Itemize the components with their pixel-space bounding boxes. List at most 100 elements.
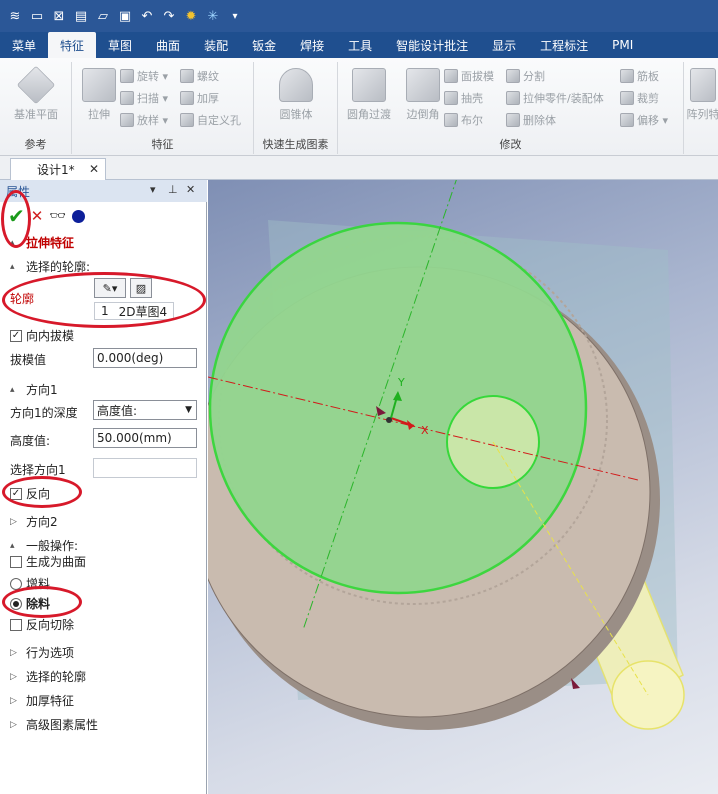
- revolve-button[interactable]: 旋转 ▾: [120, 68, 168, 84]
- tab-sheetmetal[interactable]: 钣金: [240, 32, 288, 58]
- tab-display[interactable]: 显示: [480, 32, 528, 58]
- revolve-label: 旋转: [137, 70, 159, 83]
- tab-assembly[interactable]: 装配: [192, 32, 240, 58]
- origin-dot: [386, 417, 392, 423]
- boolean-button[interactable]: 布尔: [444, 112, 483, 128]
- extrude-button[interactable]: 拉伸: [72, 68, 126, 122]
- close-icon[interactable]: ✕: [89, 162, 99, 176]
- profile-section[interactable]: ▴ 选择的轮廓:: [10, 258, 90, 275]
- tab-surface[interactable]: 曲面: [144, 32, 192, 58]
- extrude-icon: [82, 68, 116, 102]
- tab-dimension[interactable]: 工程标注: [528, 32, 600, 58]
- shell-button[interactable]: 抽壳: [444, 90, 483, 106]
- preview-icon[interactable]: 👓︎: [49, 209, 66, 224]
- redo-icon[interactable]: ↷: [158, 5, 180, 27]
- depth-select[interactable]: 高度值: ▼: [93, 400, 197, 420]
- group-modify-label: 修改: [499, 138, 522, 151]
- checkbox-icon: [10, 618, 22, 631]
- direction1-label: 方向1: [26, 383, 58, 397]
- panel-menu-icon[interactable]: ▾: [150, 183, 156, 196]
- offset-button[interactable]: 偏移 ▾: [620, 112, 668, 128]
- tab-sketch[interactable]: 草图: [96, 32, 144, 58]
- dropdown-icon[interactable]: ▾: [224, 5, 246, 27]
- behavior-section[interactable]: ▷ 行为选项: [10, 644, 74, 661]
- tab-tools[interactable]: 工具: [336, 32, 384, 58]
- selected-profile-section[interactable]: ▷ 选择的轮廓: [10, 668, 86, 685]
- document-tab-label: 设计1*: [37, 163, 75, 177]
- split-label: 分割: [523, 70, 545, 83]
- y-axis-label: Y: [397, 376, 405, 389]
- save-icon[interactable]: ▣: [114, 5, 136, 27]
- document-tab[interactable]: 设计1* ✕: [10, 158, 106, 180]
- sweep-label: 扫描: [137, 92, 159, 105]
- collapse-icon[interactable]: ▴: [10, 238, 20, 248]
- draft-value-input[interactable]: 0.000(deg): [93, 348, 197, 368]
- direction1-section[interactable]: ▴ 方向1: [10, 381, 58, 398]
- group-quick-label: 快速生成图素: [262, 138, 329, 151]
- reverse-cut-checkbox[interactable]: 反向切除: [10, 616, 74, 633]
- trim-icon: [620, 91, 634, 105]
- app-icon[interactable]: ≋: [4, 5, 26, 27]
- profile-row-value: 2D草图4: [118, 304, 168, 319]
- loft-button[interactable]: 放样 ▾: [120, 112, 168, 128]
- delete-body-icon: [506, 113, 520, 127]
- profile-list[interactable]: 1 2D草图4: [94, 302, 174, 320]
- behavior-label: 行为选项: [26, 646, 75, 660]
- add-material-radio[interactable]: 增料: [10, 575, 50, 592]
- reverse-checkbox[interactable]: ✓ 反向: [10, 485, 50, 502]
- panel-close-icon[interactable]: ✕: [186, 183, 195, 196]
- select-direction-input[interactable]: [93, 458, 197, 478]
- gen-surface-label: 生成为曲面: [26, 555, 87, 569]
- print-icon[interactable]: ▤: [70, 5, 92, 27]
- help-icon[interactable]: [71, 209, 85, 223]
- inward-draft-label: 向内拔模: [26, 329, 75, 343]
- thread-button[interactable]: 螺纹: [180, 68, 219, 84]
- sketch-image-button[interactable]: ▨: [130, 278, 152, 298]
- pattern-icon: [690, 68, 716, 102]
- tab-feature[interactable]: 特征: [48, 32, 97, 58]
- tab-weld[interactable]: 焊接: [288, 32, 336, 58]
- new-file-icon[interactable]: ▭: [26, 5, 48, 27]
- open-icon[interactable]: ▱: [92, 5, 114, 27]
- menu-main[interactable]: 菜单: [0, 32, 48, 58]
- gen-surface-checkbox[interactable]: 生成为曲面: [10, 553, 86, 570]
- sketch-picker-button[interactable]: ✎▾: [94, 278, 126, 298]
- pattern-label: 阵列特: [686, 108, 718, 121]
- sweep-button[interactable]: 扫描 ▾: [120, 90, 168, 106]
- settings-icon[interactable]: ✹: [180, 5, 202, 27]
- confirm-icon[interactable]: ✔: [8, 204, 25, 228]
- custom-hole-button[interactable]: 自定义孔: [180, 112, 241, 128]
- collapse-icon: ▴: [10, 384, 15, 395]
- thicken-button[interactable]: 加厚: [180, 90, 219, 106]
- undo-icon[interactable]: ↶: [136, 5, 158, 27]
- magic-icon[interactable]: ✳: [202, 5, 224, 27]
- cone-button[interactable]: 圆锥体: [269, 68, 323, 122]
- sheet-button[interactable]: 筋板: [620, 68, 659, 84]
- split-button[interactable]: 分割: [506, 68, 545, 84]
- extrude-part-button[interactable]: 拉伸零件/装配体: [506, 90, 604, 106]
- shell-label: 抽壳: [461, 92, 483, 105]
- remove-material-radio[interactable]: 除料: [10, 595, 50, 612]
- chamfer-button[interactable]: 边倒角: [396, 68, 450, 122]
- inward-draft-checkbox[interactable]: ✓ 向内拔模: [10, 327, 74, 344]
- cancel-icon[interactable]: ✕: [31, 207, 44, 225]
- pattern-button[interactable]: 阵列特: [686, 68, 718, 122]
- trim-button[interactable]: 裁剪: [620, 90, 659, 106]
- fillet-button[interactable]: 圆角过渡: [342, 68, 396, 122]
- 3d-viewport[interactable]: X Y: [208, 180, 718, 794]
- expand-icon: ▷: [10, 647, 17, 658]
- delete-body-button[interactable]: 删除体: [506, 112, 556, 128]
- base-plane-button[interactable]: 基准平面: [9, 65, 63, 122]
- close-file-icon[interactable]: ⊠: [48, 5, 70, 27]
- tab-smart-annotation[interactable]: 智能设计批注: [384, 32, 480, 58]
- expand-icon: ▷: [10, 719, 17, 730]
- draft-button[interactable]: 面拔模: [444, 68, 494, 84]
- thicken-section[interactable]: ▷ 加厚特征: [10, 692, 74, 709]
- depth-label: 方向1的深度: [10, 406, 78, 420]
- tab-pmi[interactable]: PMI: [600, 32, 645, 58]
- direction2-section[interactable]: ▷ 方向2: [10, 513, 58, 530]
- pin-icon[interactable]: ⊥: [168, 183, 178, 196]
- height-input[interactable]: 50.000(mm): [93, 428, 197, 448]
- general-section[interactable]: ▴ 一般操作:: [10, 537, 78, 554]
- advanced-section[interactable]: ▷ 高级图素属性: [10, 716, 98, 733]
